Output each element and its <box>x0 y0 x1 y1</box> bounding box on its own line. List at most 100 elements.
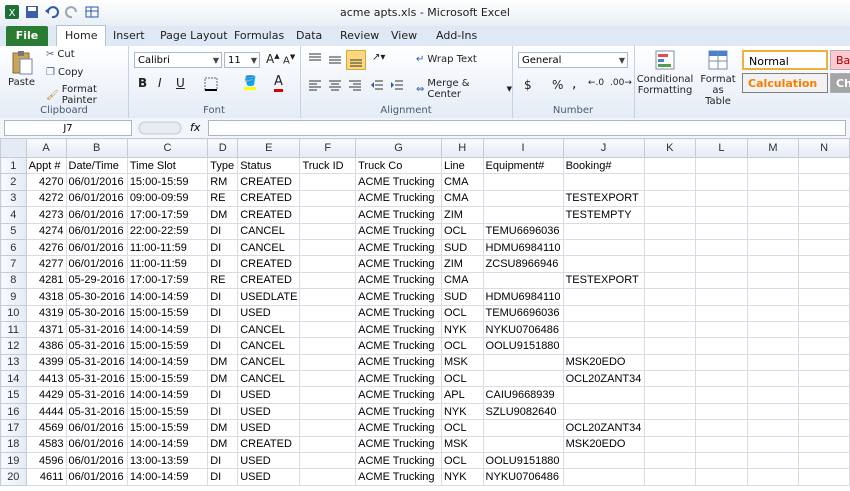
cell-c16[interactable]: 15:00-15:59 <box>126 402 209 421</box>
cell-m13[interactable] <box>746 353 800 372</box>
cell-e15[interactable]: USED <box>237 386 301 404</box>
cell-m4[interactable] <box>746 206 800 224</box>
align-left-icon[interactable] <box>308 78 322 92</box>
cell-j9[interactable] <box>562 288 645 306</box>
cell-l16[interactable] <box>695 402 748 421</box>
cell-g20[interactable]: ACME Trucking <box>355 468 442 486</box>
borders-button[interactable] <box>204 77 218 91</box>
cell-k3[interactable] <box>643 189 697 208</box>
cell-d5[interactable]: DI <box>207 222 239 240</box>
cell-e12[interactable]: CANCEL <box>237 337 301 355</box>
align-center-icon[interactable] <box>328 78 342 92</box>
cell-d6[interactable]: DI <box>207 238 239 257</box>
cell-j18[interactable]: MSK20EDO <box>562 435 645 454</box>
orientation-button[interactable]: ↗▾ <box>372 52 385 63</box>
cell-l18[interactable] <box>695 435 748 454</box>
cell-b7[interactable]: 06/01/2016 <box>65 255 128 273</box>
cell-i13[interactable] <box>482 353 564 372</box>
cell-d19[interactable]: DI <box>207 452 239 470</box>
cell-m16[interactable] <box>746 402 800 421</box>
row-header[interactable]: 9 <box>0 288 27 306</box>
cell-g13[interactable]: ACME Trucking <box>355 353 442 372</box>
cell-f14[interactable] <box>299 370 357 388</box>
cell-a17[interactable]: 4569 <box>25 419 67 437</box>
row-header[interactable]: 13 <box>0 353 27 372</box>
bold-button[interactable]: B <box>138 76 147 90</box>
cell-j3[interactable]: TESTEXPORT <box>562 189 645 208</box>
cell-l14[interactable] <box>695 370 748 388</box>
number-format-dropdown[interactable]: General ▼ <box>518 52 628 68</box>
cell-b8[interactable]: 05-29-2016 <box>65 271 128 290</box>
cell-i1[interactable]: Equipment# <box>482 156 564 175</box>
cell-n10[interactable] <box>798 304 850 322</box>
comma-button[interactable]: , <box>572 76 576 92</box>
cell-m8[interactable] <box>746 271 800 290</box>
cell-e10[interactable]: USED <box>237 304 301 322</box>
cell-d15[interactable]: DI <box>207 386 239 404</box>
cell-i12[interactable]: OOLU9151880 <box>482 337 564 355</box>
cell-f11[interactable] <box>299 320 357 339</box>
cell-k9[interactable] <box>643 288 697 306</box>
tab-review[interactable]: Review <box>340 26 379 46</box>
cell-d1[interactable]: Type <box>207 156 239 175</box>
cell-c12[interactable]: 15:00-15:59 <box>126 337 209 355</box>
cell-i17[interactable] <box>482 419 564 437</box>
cell-m6[interactable] <box>746 238 800 257</box>
cell-i7[interactable]: ZCSU8966946 <box>482 255 564 273</box>
cell-e11[interactable]: CANCEL <box>237 320 301 339</box>
column-header-n[interactable]: N <box>798 138 850 158</box>
cell-g17[interactable]: ACME Trucking <box>355 419 442 437</box>
cell-i15[interactable]: CAIU9668939 <box>482 386 564 404</box>
fill-color-button[interactable]: 🪣 <box>244 76 257 90</box>
cell-e9[interactable]: USEDLATE <box>237 288 301 306</box>
cell-b14[interactable]: 05-31-2016 <box>65 370 128 388</box>
cell-d13[interactable]: DM <box>207 353 239 372</box>
column-header-f[interactable]: F <box>299 138 357 158</box>
cell-h10[interactable]: OCL <box>440 304 484 322</box>
cell-k16[interactable] <box>643 402 697 421</box>
cell-g19[interactable]: ACME Trucking <box>355 452 442 470</box>
cell-a1[interactable]: Appt # <box>25 156 67 175</box>
cell-j1[interactable]: Booking# <box>562 156 645 175</box>
cell-k8[interactable] <box>643 271 697 290</box>
cell-h14[interactable]: OCL <box>440 370 484 388</box>
style-bad[interactable]: Bad <box>830 50 850 70</box>
column-header-m[interactable]: M <box>746 138 800 158</box>
cell-i8[interactable] <box>482 271 564 290</box>
cell-l15[interactable] <box>695 386 748 404</box>
cell-b17[interactable]: 06/01/2016 <box>65 419 128 437</box>
cell-f13[interactable] <box>299 353 357 372</box>
cell-h7[interactable]: ZIM <box>440 255 484 273</box>
cell-f19[interactable] <box>299 452 357 470</box>
row-header[interactable]: 6 <box>0 238 27 257</box>
cell-g4[interactable]: ACME Trucking <box>355 206 442 224</box>
row-header[interactable]: 15 <box>0 386 27 404</box>
cell-k15[interactable] <box>643 386 697 404</box>
align-middle-icon[interactable] <box>328 52 342 66</box>
row-header[interactable]: 5 <box>0 222 27 240</box>
cell-e7[interactable]: CREATED <box>237 255 301 273</box>
row-header[interactable]: 18 <box>0 435 27 454</box>
cell-h16[interactable]: NYK <box>440 402 484 421</box>
cell-k10[interactable] <box>643 304 697 322</box>
cell-m5[interactable] <box>746 222 800 240</box>
percent-button[interactable]: % <box>552 78 563 92</box>
cell-l8[interactable] <box>695 271 748 290</box>
cell-i14[interactable] <box>482 370 564 388</box>
cell-m20[interactable] <box>746 468 800 486</box>
tab-add-ins[interactable]: Add-Ins <box>436 26 477 46</box>
formula-input[interactable] <box>208 120 846 136</box>
cell-g11[interactable]: ACME Trucking <box>355 320 442 339</box>
row-header[interactable]: 14 <box>0 370 27 388</box>
font-color-button[interactable]: A <box>274 74 283 92</box>
cell-l5[interactable] <box>695 222 748 240</box>
column-header-c[interactable]: C <box>126 138 209 158</box>
cell-c5[interactable]: 22:00-22:59 <box>126 222 209 240</box>
cell-j16[interactable] <box>562 402 645 421</box>
cell-f6[interactable] <box>299 238 357 257</box>
cell-k14[interactable] <box>643 370 697 388</box>
cell-a5[interactable]: 4274 <box>25 222 67 240</box>
cell-d20[interactable]: DI <box>207 468 239 486</box>
cell-c4[interactable]: 17:00-17:59 <box>126 206 209 224</box>
underline-button[interactable]: U <box>176 76 185 90</box>
